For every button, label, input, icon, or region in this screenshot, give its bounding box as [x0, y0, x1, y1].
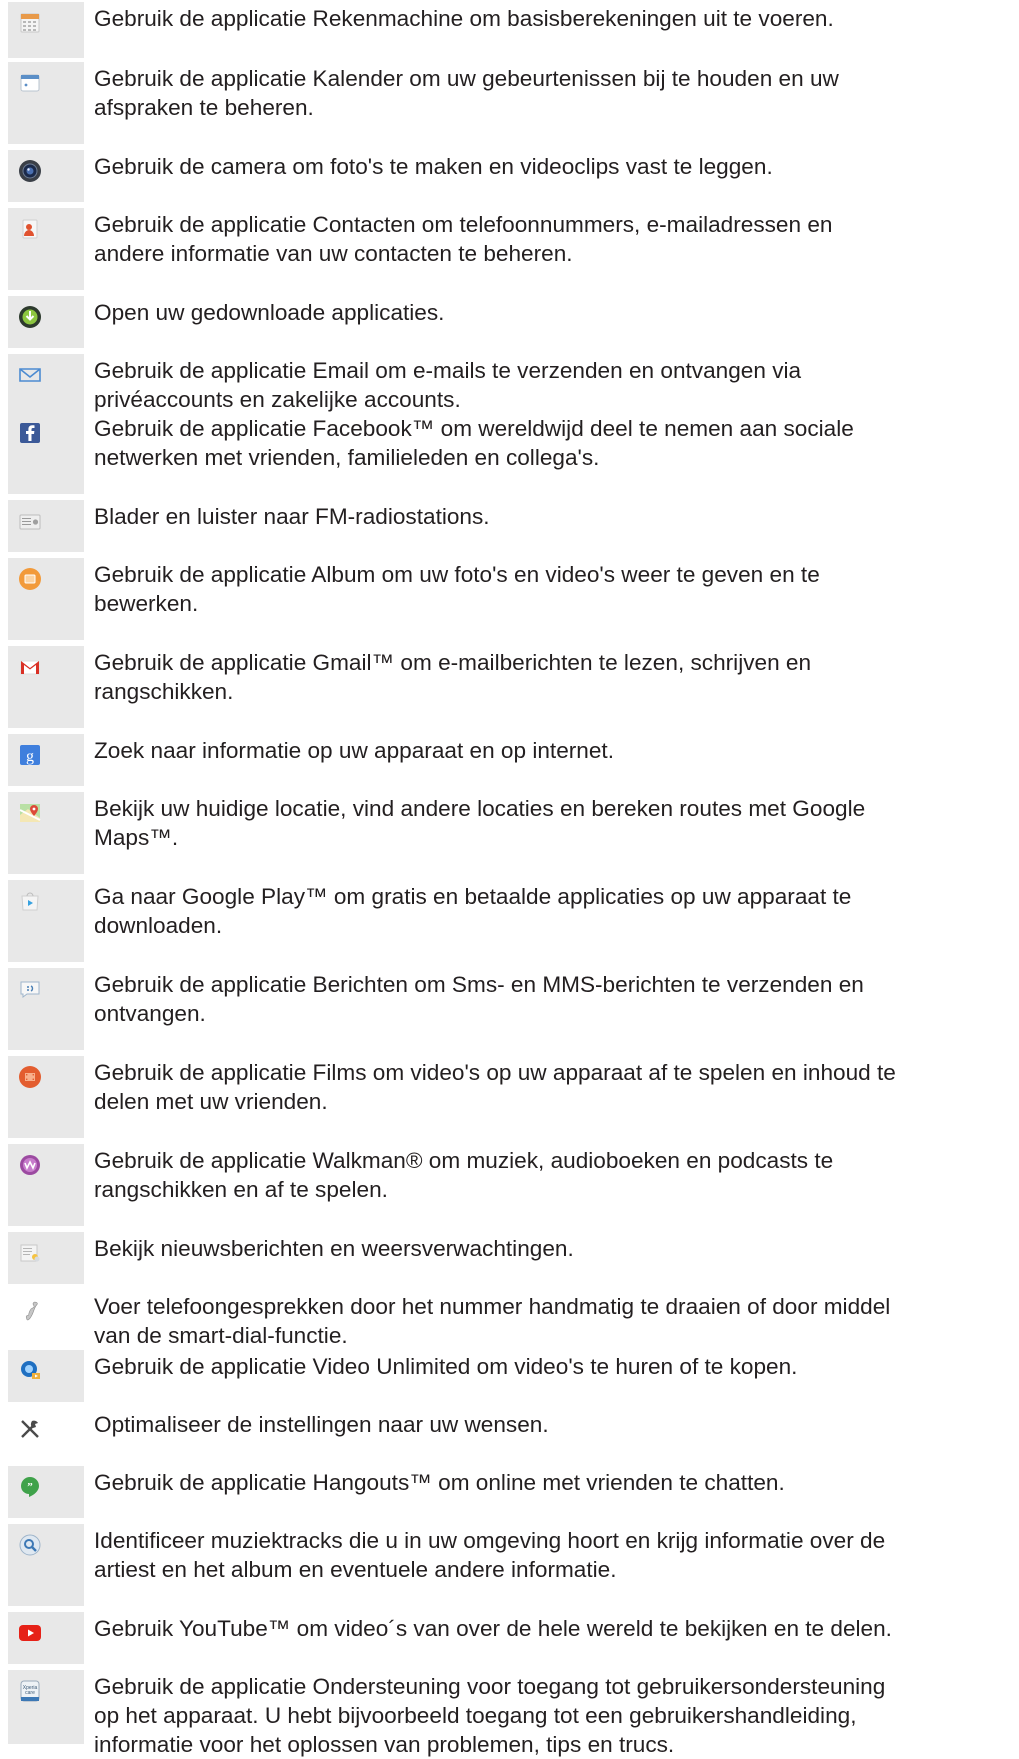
app-description: Gebruik YouTube™ om video´s van over de …	[94, 1616, 892, 1641]
app-description: Bekijk nieuwsberichten en weersverwachti…	[94, 1236, 574, 1261]
list-item: Xperia care Gebruik de applicatie Onderst…	[8, 1670, 1019, 1757]
svg-text:”: ”	[27, 1481, 33, 1493]
list-item: Optimaliseer de instellingen naar uw wen…	[8, 1408, 1019, 1460]
settings-icon	[18, 1417, 42, 1441]
app-description: Gebruik de applicatie Gmail™ om e-mailbe…	[94, 650, 812, 704]
list-item: Gebruik de applicatie Video Unlimited om…	[8, 1350, 1019, 1402]
app-description: Gebruik de applicatie Films om video's o…	[94, 1060, 896, 1114]
camera-icon	[18, 159, 42, 183]
google-search-icon: g	[18, 743, 42, 767]
downloads-icon	[18, 305, 42, 329]
list-item: Gebruik de applicatie Facebook™ om werel…	[8, 412, 1019, 494]
support-icon: Xperia care	[18, 1679, 42, 1703]
app-description: Gebruik de applicatie Kalender om uw geb…	[94, 66, 839, 120]
app-description: Gebruik de applicatie Video Unlimited om…	[94, 1354, 798, 1379]
app-description: Gebruik de applicatie Hangouts™ om onlin…	[94, 1470, 785, 1495]
app-description: Gebruik de applicatie Email om e-mails t…	[94, 358, 802, 412]
play-store-icon	[18, 889, 42, 913]
app-description: Gebruik de camera om foto's te maken en …	[94, 154, 773, 179]
fm-radio-icon	[18, 509, 42, 533]
list-item: Gebruik de applicatie Album om uw foto's…	[8, 558, 1019, 640]
hangouts-icon: ”	[18, 1475, 42, 1499]
app-description: Gebruik de applicatie Album om uw foto's…	[94, 562, 820, 616]
maps-icon	[18, 801, 42, 825]
list-item: Gebruik YouTube™ om video´s van over de …	[8, 1612, 1019, 1664]
app-description: Gebruik de applicatie Berichten om Sms- …	[94, 972, 864, 1026]
list-item: Gebruik de applicatie Contacten om telef…	[8, 208, 1019, 290]
app-description: Optimaliseer de instellingen naar uw wen…	[94, 1412, 549, 1437]
list-item: Gebruik de applicatie Rekenmachine om ba…	[8, 2, 1019, 58]
svg-text:care: care	[25, 1690, 35, 1696]
gmail-icon	[18, 655, 42, 679]
movies-icon	[18, 1065, 42, 1089]
facebook-icon	[18, 421, 42, 445]
list-item: Open uw gedownloade applicaties.	[8, 296, 1019, 348]
list-item: Bekijk uw huidige locatie, vind andere l…	[8, 792, 1019, 874]
list-item: Gebruik de applicatie Gmail™ om e-mailbe…	[8, 646, 1019, 728]
track-id-icon	[18, 1533, 42, 1557]
album-icon	[18, 567, 42, 591]
list-item: Ga naar Google Play™ om gratis en betaal…	[8, 880, 1019, 962]
app-description: Zoek naar informatie op uw apparaat en o…	[94, 738, 614, 763]
list-item: Bekijk nieuwsberichten en weersverwachti…	[8, 1232, 1019, 1284]
list-item: Gebruik de camera om foto's te maken en …	[8, 150, 1019, 202]
list-item: Gebruik de applicatie Kalender om uw geb…	[8, 62, 1019, 144]
svg-text:g: g	[26, 748, 34, 765]
app-description: Gebruik de applicatie Ondersteuning voor…	[94, 1674, 886, 1757]
app-description: Gebruik de applicatie Contacten om telef…	[94, 212, 833, 266]
list-item: Gebruik de applicatie Berichten om Sms- …	[8, 968, 1019, 1050]
app-description: Open uw gedownloade applicaties.	[94, 300, 445, 325]
app-description: Ga naar Google Play™ om gratis en betaal…	[94, 884, 852, 938]
list-item: Blader en luister naar FM-radiostations.	[8, 500, 1019, 552]
list-item: Identificeer muziektracks die u in uw om…	[8, 1524, 1019, 1606]
walkman-icon	[18, 1153, 42, 1177]
news-weather-icon	[18, 1241, 42, 1265]
app-description: Bekijk uw huidige locatie, vind andere l…	[94, 796, 866, 850]
app-description: Identificeer muziektracks die u in uw om…	[94, 1528, 886, 1582]
calendar-icon	[18, 71, 42, 95]
app-description: Gebruik de applicatie Facebook™ om werel…	[94, 416, 854, 470]
messaging-icon	[18, 977, 42, 1001]
list-item: Gebruik de applicatie Films om video's o…	[8, 1056, 1019, 1138]
email-icon	[18, 363, 42, 387]
list-item: g Zoek naar informatie op uw apparaat en…	[8, 734, 1019, 786]
app-description: Blader en luister naar FM-radiostations.	[94, 504, 490, 529]
app-description: Voer telefoongesprekken door het nummer …	[94, 1294, 891, 1348]
list-item: Gebruik de applicatie Walkman® om muziek…	[8, 1144, 1019, 1226]
app-description: Gebruik de applicatie Rekenmachine om ba…	[94, 6, 834, 31]
app-description: Gebruik de applicatie Walkman® om muziek…	[94, 1148, 834, 1202]
contacts-icon	[18, 217, 42, 241]
youtube-icon	[18, 1621, 42, 1645]
video-unlimited-icon	[18, 1359, 42, 1383]
calculator-icon	[18, 11, 42, 35]
phone-icon	[18, 1299, 42, 1323]
list-item: ” Gebruik de applicatie Hangouts™ om onl…	[8, 1466, 1019, 1518]
